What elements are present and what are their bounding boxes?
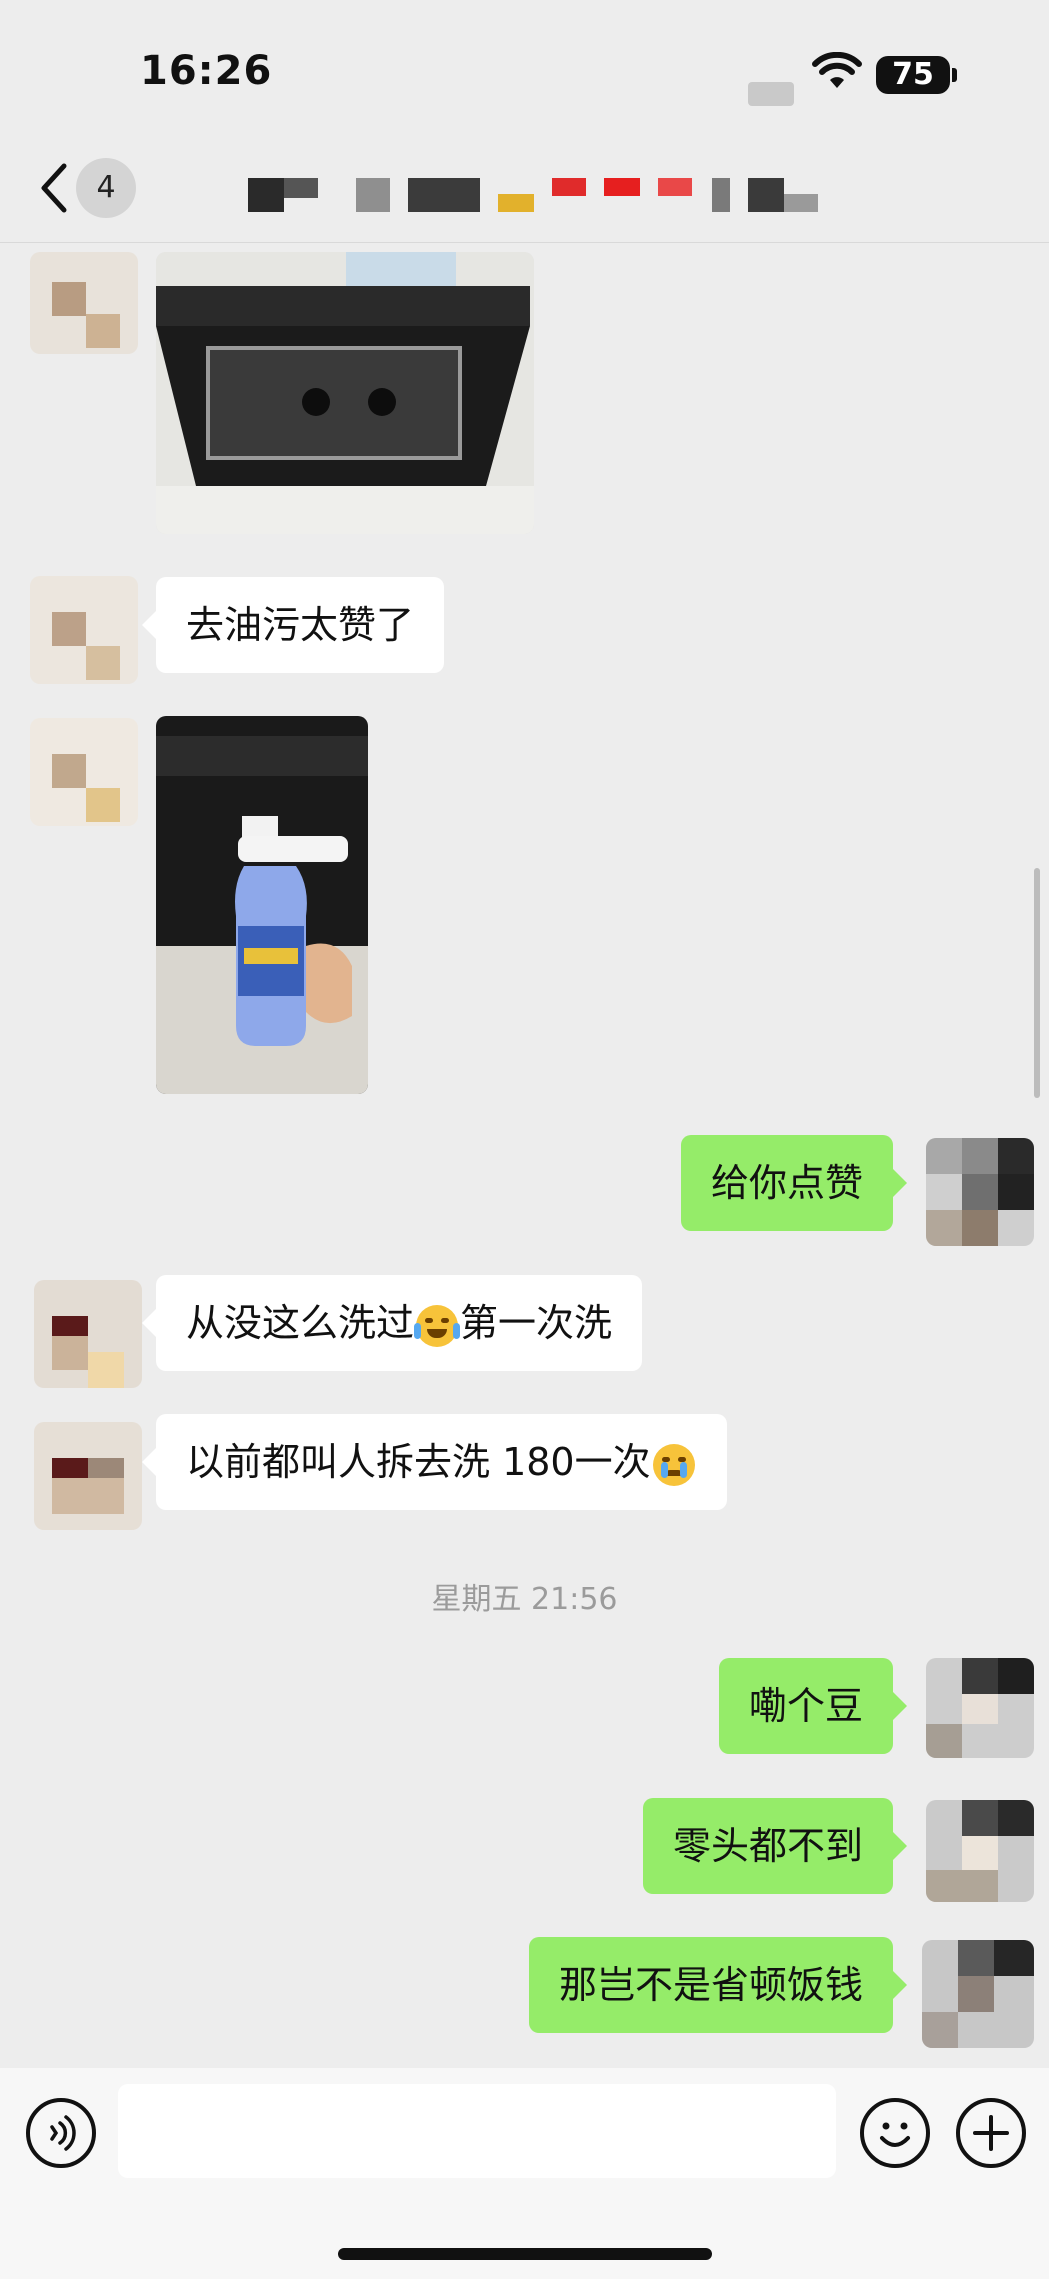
range-hood-photo[interactable] (156, 252, 534, 534)
message-bubble[interactable]: 零头都不到 (642, 1798, 908, 1894)
message-text: 给你点赞 (710, 1161, 863, 1205)
chat-scrollbar[interactable] (1034, 868, 1040, 1098)
message-text: 零头都不到 (672, 1824, 863, 1868)
sender-avatar[interactable] (30, 252, 138, 354)
home-indicator[interactable] (338, 2248, 712, 2260)
sender-avatar[interactable] (30, 718, 138, 826)
plus-icon[interactable] (956, 2098, 1026, 2168)
sender-avatar[interactable] (30, 576, 138, 684)
status-time: 16:26 (140, 48, 273, 94)
message-text: 那岂不是省顿饭钱 (558, 1963, 863, 2007)
message-text-part: 从没这么洗过 (186, 1301, 415, 1345)
message-bubble[interactable]: 以前都叫人拆去洗 180一次 (142, 1414, 727, 1510)
message-bubble[interactable]: 嘞个豆 (718, 1658, 908, 1754)
message-bubble[interactable]: 从没这么洗过 第一次洗 (141, 1275, 643, 1371)
battery-icon: 75 (876, 56, 957, 94)
sender-avatar[interactable] (34, 1422, 142, 1530)
voice-icon[interactable] (26, 2098, 96, 2168)
status-signal-blurred (748, 82, 794, 106)
message-bubble[interactable]: 给你点赞 (680, 1135, 908, 1231)
chat-header (0, 140, 1049, 243)
cleaner-spray-bottle-photo[interactable] (156, 716, 368, 1094)
wifi-icon (812, 52, 862, 88)
sender-avatar[interactable] (34, 1280, 142, 1388)
message-timestamp: 星期五 21:56 (431, 1582, 618, 1617)
message-text-part: 以前都叫人拆去洗 180一次 (186, 1440, 651, 1484)
my-avatar[interactable] (926, 1800, 1034, 1902)
message-bubble[interactable]: 去油污太赞了 (141, 577, 445, 673)
unread-count-badge[interactable]: 4 (76, 158, 136, 218)
message-input[interactable] (118, 2084, 836, 2178)
back-chevron-icon[interactable] (36, 160, 70, 216)
message-text: 去油污太赞了 (186, 603, 415, 647)
my-avatar[interactable] (926, 1138, 1034, 1246)
crying-emoji (652, 1443, 695, 1486)
message-text: 嘞个豆 (748, 1684, 863, 1728)
emoji-icon[interactable] (860, 2098, 930, 2168)
message-text-part: 第一次洗 (460, 1301, 613, 1345)
message-bubble[interactable]: 那岂不是省顿饭钱 (528, 1937, 908, 2033)
joy-tears-emoji (414, 1304, 461, 1347)
my-avatar[interactable] (922, 1940, 1034, 2048)
my-avatar[interactable] (926, 1658, 1034, 1758)
